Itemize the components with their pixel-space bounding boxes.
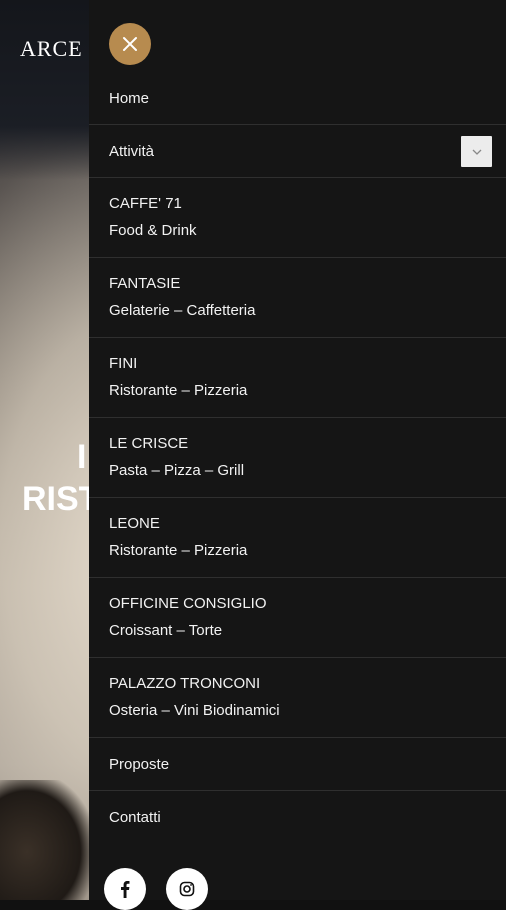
menu-item-label: Attività <box>109 142 155 160</box>
menu-item-fantasie[interactable]: FANTASIE Gelaterie – Caffetteria <box>89 258 506 338</box>
menu-item-attivita[interactable]: Attività <box>89 125 506 178</box>
hero-title-line-1: I <box>77 438 87 476</box>
close-menu-button[interactable] <box>109 23 151 65</box>
menu-item-subtitle: Pasta – Pizza – Grill <box>109 462 245 479</box>
menu-item-home[interactable]: Home <box>89 72 506 125</box>
hero-title: I RIST <box>22 436 92 520</box>
menu-item-label: Proposte <box>109 755 170 773</box>
menu-item-subtitle: Food & Drink <box>109 222 197 239</box>
facebook-icon <box>121 881 130 898</box>
menu-item-proposte[interactable]: Proposte <box>89 738 506 791</box>
menu-item-subtitle: Ristorante – Pizzeria <box>109 382 248 399</box>
menu-item-title: LEONE <box>109 515 160 532</box>
menu-item-title: PALAZZO TRONCONI <box>109 675 261 692</box>
menu-item-officine-consiglio[interactable]: OFFICINE CONSIGLIO Croissant – Torte <box>89 578 506 658</box>
menu-item-subtitle: Ristorante – Pizzeria <box>109 542 248 559</box>
instagram-icon <box>179 881 195 897</box>
menu-item-label: Home <box>109 89 150 107</box>
menu-item-caffe-71[interactable]: CAFFE' 71 Food & Drink <box>89 178 506 258</box>
menu-item-title: FANTASIE <box>109 275 181 292</box>
menu-item-contatti[interactable]: Contatti <box>89 791 506 843</box>
social-links <box>104 868 208 910</box>
menu-item-label: Contatti <box>109 808 161 826</box>
instagram-link[interactable] <box>166 868 208 910</box>
menu-item-le-crisce[interactable]: LE CRISCE Pasta – Pizza – Grill <box>89 418 506 498</box>
menu-list: Home Attività CAFFE' 71 Food & Drink FAN… <box>89 72 506 843</box>
menu-item-title: OFFICINE CONSIGLIO <box>109 595 267 612</box>
menu-item-subtitle: Gelaterie – Caffetteria <box>109 302 256 319</box>
facebook-link[interactable] <box>104 868 146 910</box>
submenu-toggle-button[interactable] <box>461 136 492 167</box>
menu-item-title: FINI <box>109 355 138 372</box>
menu-item-title: LE CRISCE <box>109 435 189 452</box>
hero-title-line-2: RIST <box>22 480 92 518</box>
background-food-shape <box>0 780 90 900</box>
mobile-menu-drawer: Home Attività CAFFE' 71 Food & Drink FAN… <box>89 0 506 910</box>
chevron-down-icon <box>472 149 481 155</box>
menu-item-title: CAFFE' 71 <box>109 195 182 212</box>
menu-item-palazzo-tronconi[interactable]: PALAZZO TRONCONI Osteria – Vini Biodinam… <box>89 658 506 738</box>
background-dark-area <box>0 0 90 180</box>
close-icon <box>123 37 137 51</box>
menu-item-subtitle: Osteria – Vini Biodinamici <box>109 702 280 719</box>
menu-item-subtitle: Croissant – Torte <box>109 622 223 639</box>
site-logo[interactable]: ARCE <box>20 36 83 62</box>
menu-item-fini[interactable]: FINI Ristorante – Pizzeria <box>89 338 506 418</box>
menu-item-leone[interactable]: LEONE Ristorante – Pizzeria <box>89 498 506 578</box>
